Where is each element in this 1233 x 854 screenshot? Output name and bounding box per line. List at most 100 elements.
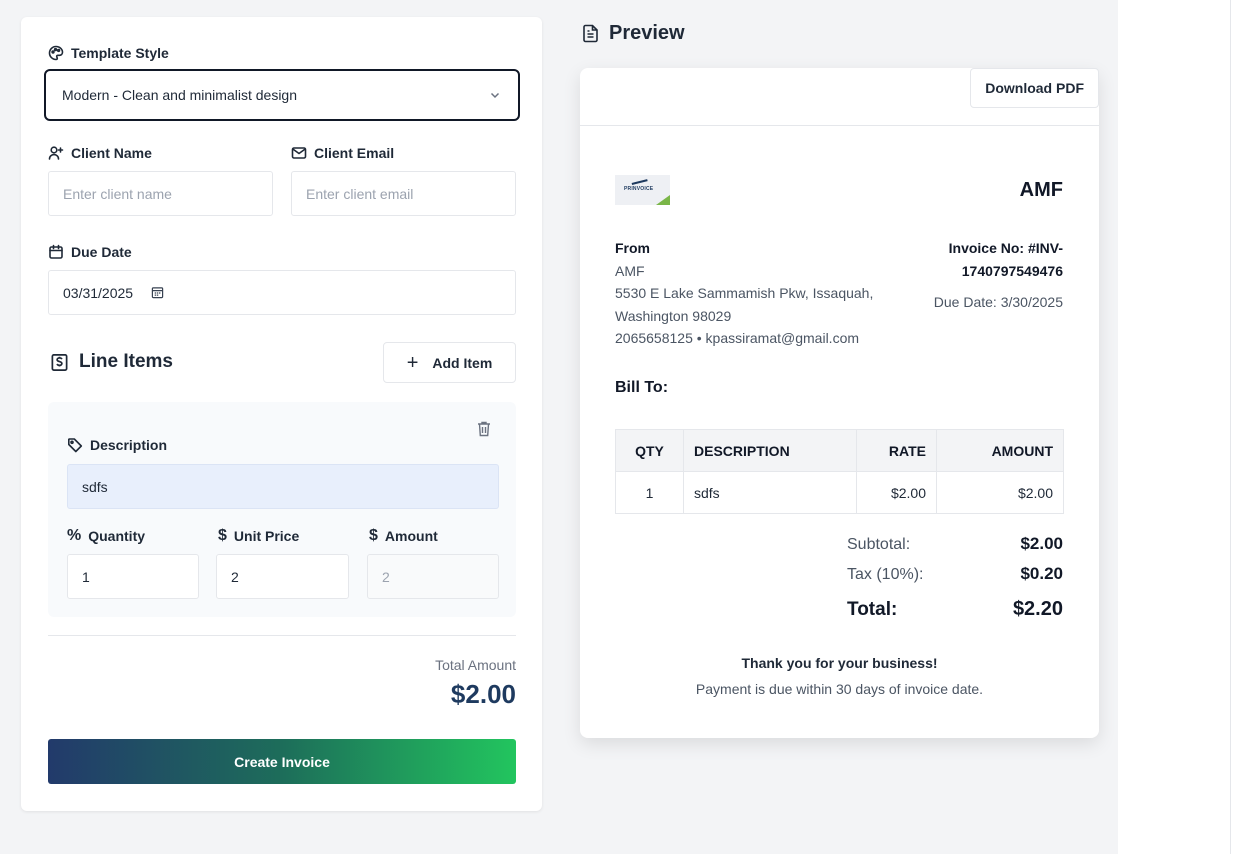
- quantity-value: 1: [82, 568, 90, 585]
- payment-terms: Payment is due within 30 days of invoice…: [695, 681, 984, 697]
- amount-value: 2: [382, 568, 390, 585]
- logo-triangle: [656, 195, 670, 205]
- invoice-items-table: QTY DESCRIPTION RATE AMOUNT 1 sdfs $2.00…: [615, 429, 1064, 514]
- subtotal-label: Subtotal:: [847, 536, 911, 553]
- download-pdf-label: Download PDF: [985, 80, 1084, 96]
- cell-rate: $2.00: [856, 471, 937, 514]
- due-date-value: 03/31/2025: [63, 284, 134, 301]
- dollar-receipt-icon: [51, 353, 68, 371]
- from-address-line1: 5530 E Lake Sammamish Pkw, Issaquah,: [615, 285, 874, 301]
- add-item-button[interactable]: + Add Item: [383, 342, 516, 383]
- amount-label: $ Amount: [369, 527, 438, 545]
- amount-label-text: Amount: [384, 528, 438, 544]
- logo-text: PRINVOICE: [624, 186, 654, 192]
- template-style-label: Template Style: [48, 45, 169, 61]
- add-item-label: Add Item: [432, 354, 493, 371]
- column-header-amount: AMOUNT: [936, 429, 1064, 472]
- total-amount-label: Total Amount: [435, 657, 516, 673]
- create-invoice-label: Create Invoice: [234, 753, 330, 770]
- dollar-icon: $: [369, 527, 378, 544]
- cell-amount: $2.00: [936, 471, 1064, 514]
- total-amount-value: $2.00: [450, 679, 516, 709]
- from-heading: From: [615, 240, 650, 256]
- bill-to-heading: Bill To:: [615, 379, 669, 396]
- line-items-title-text: Line Items: [79, 351, 173, 372]
- from-address-line2: Washington 98029: [615, 307, 732, 324]
- file-text-icon: [583, 24, 598, 43]
- total-label: Total:: [847, 599, 898, 620]
- calendar-picker-icon[interactable]: [151, 286, 164, 299]
- mail-icon: [291, 147, 307, 159]
- tax-row: Tax (10%): $0.20: [847, 564, 1063, 584]
- download-pdf-button[interactable]: Download PDF: [970, 68, 1099, 108]
- thank-you-note: Thank you for your business!: [741, 655, 938, 671]
- template-style-label-text: Template Style: [71, 45, 169, 61]
- client-name-input[interactable]: Enter client name: [48, 171, 273, 216]
- percent-icon: %: [67, 527, 82, 544]
- invoice-meta: Invoice No: #INV- 1740797549476 Due Date…: [893, 237, 1063, 314]
- amount-input: 2: [367, 554, 499, 599]
- column-header-rate: RATE: [856, 429, 937, 472]
- subtotal-row: Subtotal: $2.00: [847, 534, 1063, 554]
- invoice-number-line1: Invoice No: #INV-: [948, 240, 1063, 256]
- invoice-form-card: Template Style Modern - Clean and minima…: [21, 17, 542, 811]
- template-style-select[interactable]: Modern - Clean and minimalist design: [44, 69, 520, 121]
- chevron-down-icon: [490, 92, 500, 99]
- quantity-input[interactable]: 1: [67, 554, 199, 599]
- client-email-input[interactable]: Enter client email: [291, 171, 516, 216]
- total-value: $2.20: [1012, 598, 1063, 620]
- preview-toolbar: Download PDF: [580, 68, 1099, 126]
- preview-heading-text: Preview: [609, 22, 685, 44]
- invoice-preview: Download PDF PRINVOICE AMF From AMF 5530…: [580, 68, 1099, 738]
- line-item: Description sdfs % Quantity 1 $ Unit Pri…: [48, 402, 516, 617]
- unit-price-input[interactable]: 2: [216, 554, 349, 599]
- unit-price-label: $ Unit Price: [218, 527, 299, 545]
- company-name: AMF: [1019, 179, 1063, 201]
- client-email-label: Client Email: [291, 145, 394, 161]
- client-name-placeholder: Enter client name: [63, 185, 172, 202]
- cell-qty: 1: [615, 471, 684, 514]
- create-invoice-button[interactable]: Create Invoice: [48, 739, 516, 784]
- line-items-title: Line Items: [50, 351, 173, 373]
- preview-heading: Preview: [582, 22, 685, 45]
- calendar-icon: [49, 244, 63, 259]
- column-header-qty: QTY: [615, 429, 684, 472]
- description-label-text: Description: [90, 437, 168, 453]
- from-contact: 2065658125 • kpassiramat@gmail.com: [615, 330, 860, 346]
- client-email-placeholder: Enter client email: [306, 185, 414, 202]
- quantity-label-text: Quantity: [88, 528, 146, 544]
- subtotal-value: $2.00: [1020, 534, 1063, 553]
- trash-icon: [478, 421, 490, 437]
- tax-label: Tax (10%):: [847, 566, 924, 583]
- client-email-label-text: Client Email: [314, 145, 395, 161]
- tag-icon: [68, 438, 83, 453]
- dollar-icon: $: [218, 527, 227, 544]
- from-block: From AMF 5530 E Lake Sammamish Pkw, Issa…: [615, 237, 873, 350]
- unit-price-value: 2: [231, 568, 239, 585]
- divider: [48, 635, 516, 636]
- unit-price-label-text: Unit Price: [233, 528, 300, 544]
- user-plus-icon: [48, 146, 64, 160]
- description-label: Description: [67, 437, 167, 453]
- cell-description: sdfs: [683, 471, 857, 514]
- due-date-input[interactable]: 03/31/2025: [48, 270, 516, 315]
- company-logo: PRINVOICE: [615, 175, 670, 205]
- template-style-value: Modern - Clean and minimalist design: [62, 87, 297, 103]
- description-input[interactable]: sdfs: [67, 464, 499, 509]
- right-blank-panel: [1118, 0, 1233, 854]
- description-value: sdfs: [82, 478, 108, 495]
- client-name-label-text: Client Name: [71, 145, 152, 161]
- panel-divider: [1230, 0, 1231, 854]
- client-name-label: Client Name: [48, 145, 152, 161]
- table-header-row: QTY DESCRIPTION RATE AMOUNT: [615, 429, 1064, 472]
- due-date-label-text: Due Date: [71, 244, 132, 260]
- plus-icon: +: [406, 351, 419, 374]
- tax-value: $0.20: [1020, 564, 1063, 583]
- palette-icon: [48, 45, 64, 61]
- quantity-label: % Quantity: [67, 527, 145, 545]
- due-date-label: Due Date: [48, 244, 132, 260]
- table-row: 1 sdfs $2.00 $2.00: [615, 471, 1064, 514]
- total-row: Total: $2.20: [847, 598, 1063, 621]
- delete-item-button[interactable]: [476, 420, 492, 438]
- from-name: AMF: [615, 262, 645, 279]
